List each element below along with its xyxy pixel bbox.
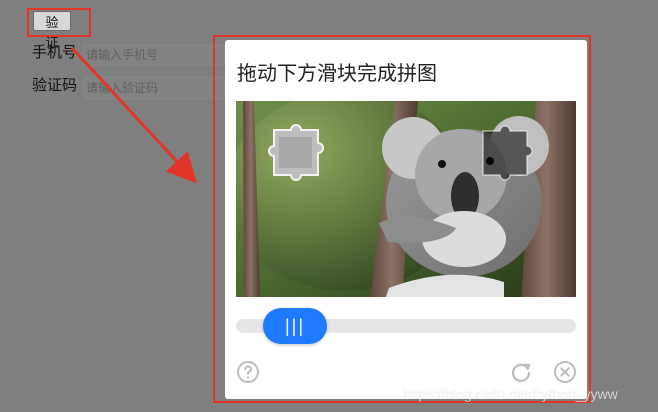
phone-input[interactable]: 请输入手机号: [83, 44, 225, 66]
watermark: https://blog.csdn.net/Python_yyww: [403, 386, 618, 402]
code-input[interactable]: 请输入验证码: [83, 77, 225, 99]
close-icon[interactable]: [553, 360, 577, 384]
phone-label: 手机号: [32, 44, 78, 61]
koala-image: [236, 101, 576, 297]
modal-title: 拖动下方滑块完成拼图: [237, 63, 437, 85]
refresh-icon[interactable]: [509, 360, 533, 384]
puzzle-slot: [482, 125, 533, 181]
verify-button[interactable]: 验证: [33, 11, 71, 50]
captcha-modal: 拖动下方滑块完成拼图 |||: [225, 40, 587, 399]
puzzle-image: [236, 101, 576, 297]
help-icon[interactable]: [236, 360, 260, 384]
code-label: 验证码: [32, 77, 78, 94]
puzzle-piece: [268, 124, 324, 181]
slider-knob[interactable]: |||: [263, 308, 327, 344]
